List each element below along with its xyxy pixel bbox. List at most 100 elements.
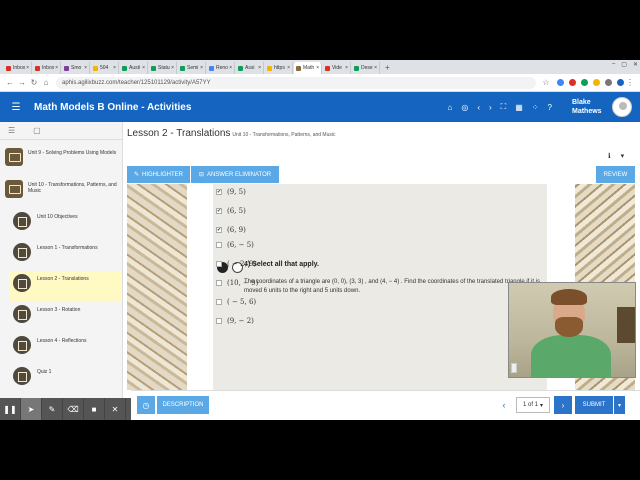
extension-icon[interactable]	[605, 79, 612, 86]
checkbox[interactable]: ✔	[216, 227, 222, 233]
answer-option[interactable]: ✔ (6, 9)	[216, 226, 246, 234]
next-page-button[interactable]: ›	[554, 396, 572, 414]
profile-icon[interactable]	[617, 79, 624, 86]
browser-tab[interactable]: Statu ×	[149, 62, 177, 74]
avatar[interactable]	[612, 97, 632, 117]
checkbox[interactable]: ✔	[216, 189, 222, 195]
maximize-icon[interactable]: ▢	[621, 61, 627, 68]
previous-page-button[interactable]: ‹	[496, 396, 512, 414]
pause-icon[interactable]: ❚❚	[0, 398, 21, 420]
tab-close-icon[interactable]: ×	[316, 65, 319, 71]
cursor-icon[interactable]: ➤	[21, 398, 42, 420]
highlighter-button[interactable]: ✎ HIGHLIGHTER	[127, 166, 190, 183]
page-select[interactable]: 1 of 1 ▾	[516, 397, 550, 413]
tab-close-icon[interactable]: ×	[258, 65, 261, 71]
tab-close-icon[interactable]: ×	[55, 65, 58, 71]
eraser-icon[interactable]: ⌫	[63, 398, 84, 420]
browser-tab[interactable]: Dese ×	[352, 62, 380, 74]
sidebar-item-label: Unit 10 Objectives	[37, 214, 78, 220]
apps-grid-icon[interactable]: ⁘	[532, 103, 539, 112]
back-icon[interactable]: ←	[4, 78, 16, 87]
folder-icon	[5, 148, 23, 166]
browser-tab[interactable]: Reno ×	[207, 62, 235, 74]
checkbox[interactable]	[216, 242, 222, 248]
page-view-icon[interactable]: ▢	[33, 126, 41, 135]
tab-close-icon[interactable]: ×	[171, 65, 174, 71]
checkbox[interactable]	[216, 280, 222, 286]
checkbox[interactable]	[216, 261, 222, 267]
answer-option[interactable]: (6, − 5)	[216, 241, 254, 249]
calendar-icon[interactable]: ▦	[515, 103, 523, 112]
minimize-icon[interactable]: –	[612, 61, 615, 68]
submit-button[interactable]: SUBMIT	[575, 396, 613, 414]
timer-button[interactable]: ◷	[137, 396, 155, 414]
tab-close-icon[interactable]: ×	[200, 65, 203, 71]
extension-icon[interactable]	[557, 79, 564, 86]
tab-close-icon[interactable]: ×	[345, 65, 348, 71]
help-icon[interactable]: ?	[548, 103, 552, 112]
submit-dropdown-button[interactable]: ▾	[614, 396, 625, 414]
sidebar-unit-10[interactable]: Unit 10 - Transformations, Patterns, and…	[0, 180, 122, 198]
reload-icon[interactable]: ↻	[28, 78, 40, 87]
browser-tab[interactable]: Inbox ×	[4, 62, 32, 74]
answer-option[interactable]: ( − 2, 9)	[216, 260, 256, 268]
tab-close-icon[interactable]: ×	[84, 65, 87, 71]
answer-option[interactable]: ✔ (6, 5)	[216, 207, 246, 215]
new-tab-icon[interactable]: +	[381, 62, 394, 74]
checkbox[interactable]	[216, 299, 222, 305]
browser-tab[interactable]: Smo ×	[62, 62, 90, 74]
browser-tab[interactable]: Assi ×	[236, 62, 264, 74]
extension-icon[interactable]	[569, 79, 576, 86]
camera-icon[interactable]: ■	[84, 398, 105, 420]
checkbox[interactable]	[216, 318, 222, 324]
tab-close-icon[interactable]: ×	[113, 65, 116, 71]
tab-favicon-icon	[267, 65, 272, 71]
close-icon[interactable]: ✕	[105, 398, 126, 420]
answer-option[interactable]: (10, − 9)	[216, 279, 258, 287]
answer-option[interactable]: (9, − 2)	[216, 317, 254, 325]
review-button[interactable]: REVIEW	[596, 166, 635, 183]
description-button[interactable]: DESCRIPTION	[157, 396, 209, 414]
browser-tab[interactable]: Semi ×	[178, 62, 206, 74]
tab-close-icon[interactable]: ×	[374, 65, 377, 71]
close-window-icon[interactable]: ✕	[633, 61, 638, 68]
answer-eliminator-button[interactable]: ⊟ ANSWER ELIMINATOR	[191, 166, 279, 183]
url-input[interactable]: aphis.agilixbuzz.com/teacher/125101129/a…	[56, 76, 536, 89]
browser-tab[interactable]: Inbox ×	[33, 62, 61, 74]
chevron-right-icon[interactable]: ›	[489, 103, 492, 112]
answer-option[interactable]: ( − 5, 6)	[216, 298, 256, 306]
home-icon[interactable]: ⌂	[40, 78, 52, 87]
sidebar-item-lesson-4[interactable]: Lesson 4 - Reflections	[0, 336, 122, 354]
activity-icon[interactable]: ◎	[461, 103, 468, 112]
menu-icon[interactable]: ⋮	[624, 78, 636, 87]
fullscreen-icon[interactable]: ⛶	[501, 102, 507, 112]
star-icon[interactable]: ☆	[540, 78, 552, 87]
tab-close-icon[interactable]: ×	[287, 65, 290, 71]
answer-option[interactable]: ✔ (9, 5)	[216, 188, 246, 196]
chevron-left-icon[interactable]: ‹	[477, 103, 480, 112]
forward-icon[interactable]: →	[16, 78, 28, 87]
list-view-icon[interactable]: ☰	[8, 126, 15, 135]
tab-close-icon[interactable]: ×	[142, 65, 145, 71]
sidebar-item-lesson-3[interactable]: Lesson 3 - Rotation	[0, 305, 122, 323]
browser-tab[interactable]: 504 ×	[91, 62, 119, 74]
browser-tab[interactable]: https ×	[265, 62, 293, 74]
info-menu[interactable]: ℹ ▾	[608, 152, 624, 160]
pen-icon[interactable]: ✎	[42, 398, 63, 420]
browser-tab[interactable]: Math ×	[294, 62, 322, 74]
checkbox[interactable]: ✔	[216, 208, 222, 214]
sidebar-unit-9[interactable]: Unit 9 - Solving Problems Using Models	[0, 148, 122, 166]
sidebar-item-lesson-2[interactable]: Lesson 2 - Translations	[9, 272, 122, 302]
extension-icon[interactable]	[581, 79, 588, 86]
tab-close-icon[interactable]: ×	[26, 65, 29, 71]
sidebar-item-lesson-1[interactable]: Lesson 1 - Transformations	[0, 243, 122, 261]
sidebar-item-quiz-1[interactable]: Quiz 1	[0, 367, 122, 385]
home-icon[interactable]: ⌂	[448, 103, 453, 112]
tab-close-icon[interactable]: ×	[229, 65, 232, 71]
user-name[interactable]: Blake Mathews	[572, 98, 602, 116]
browser-tab[interactable]: Austi ×	[120, 62, 148, 74]
browser-tab[interactable]: Vide ×	[323, 62, 351, 74]
sidebar-item-unit-10-objectives[interactable]: Unit 10 Objectives	[0, 212, 122, 230]
extension-icon[interactable]	[593, 79, 600, 86]
hamburger-menu-icon[interactable]: ☰	[6, 102, 26, 113]
